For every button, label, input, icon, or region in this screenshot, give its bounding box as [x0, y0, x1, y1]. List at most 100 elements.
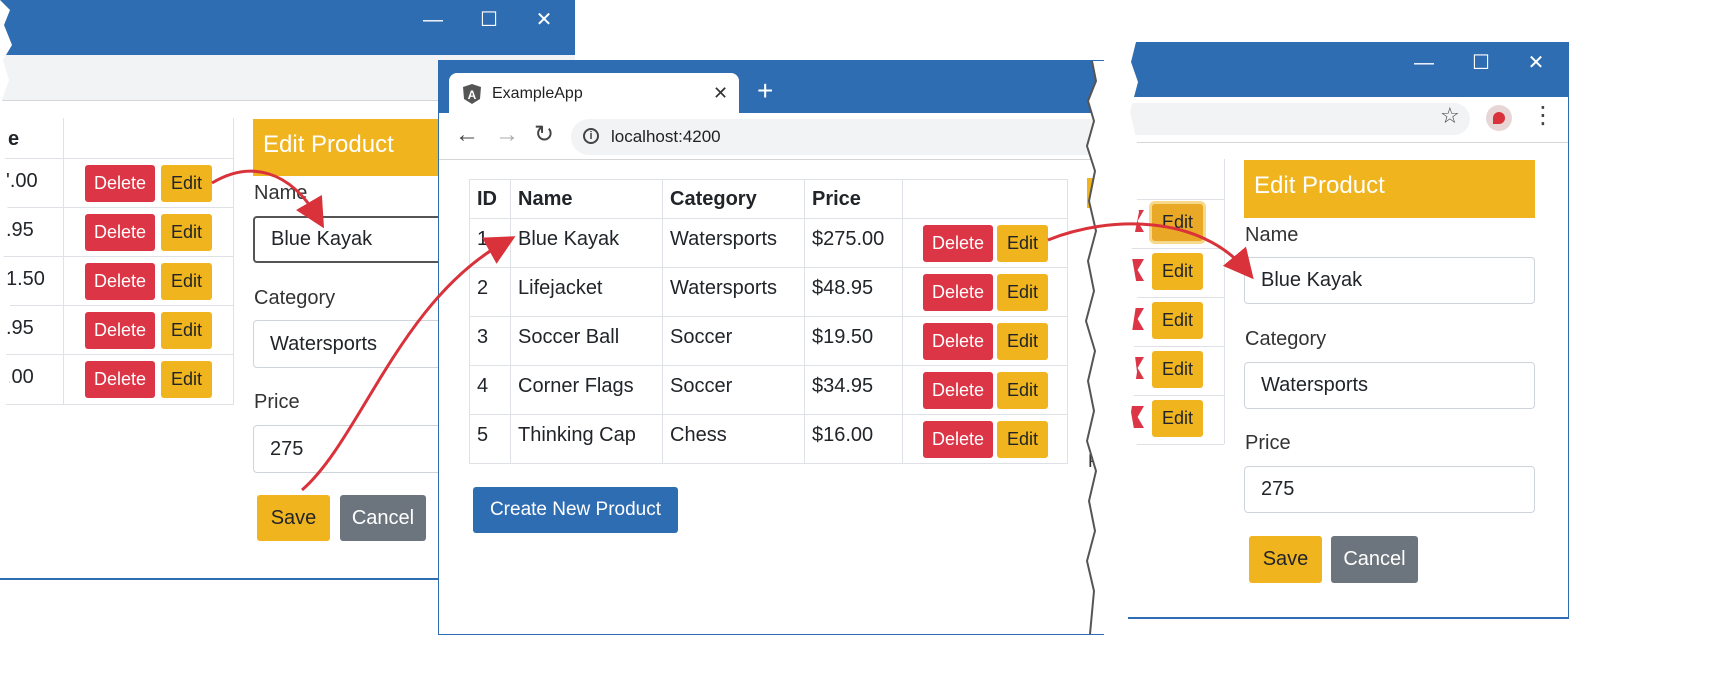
center-browser-window: A ExampleApp ✕ + ← → ↻ i localhost:4200 … — [438, 60, 1104, 635]
right-price-label: Price — [1245, 432, 1291, 454]
left-save-button[interactable]: Save — [257, 495, 330, 541]
left-name-value: Blue Kayak — [271, 228, 373, 250]
right-toolbar: ☆ ⋮ — [1128, 97, 1568, 143]
left-delete-button[interactable]: Delete — [85, 214, 155, 251]
cell-id: 4 — [469, 365, 511, 415]
close-icon[interactable]: ✕ — [529, 10, 559, 30]
center-torn-edge — [1084, 61, 1104, 634]
new-tab-icon[interactable]: + — [757, 77, 773, 105]
maximize-icon[interactable]: ☐ — [474, 10, 504, 30]
right-edit-button[interactable]: Edit — [1152, 204, 1203, 241]
table-row: 1 Blue Kayak Watersports $275.00 Delete Edit — [469, 218, 1068, 268]
star-icon[interactable]: ☆ — [1440, 103, 1460, 129]
cell-price: $34.95 — [804, 365, 903, 415]
right-edit-button[interactable]: Edit — [1152, 351, 1203, 388]
delete-button[interactable]: Delete — [923, 273, 993, 311]
right-edit-button[interactable]: Edit — [1152, 400, 1203, 437]
cell-category: Soccer — [662, 365, 805, 415]
center-toolbar: ← → ↻ i localhost:4200 — [439, 115, 1104, 160]
right-titlebar — [1128, 42, 1568, 97]
edit-button[interactable]: Edit — [997, 371, 1048, 409]
profile-avatar-icon[interactable] — [1486, 105, 1512, 131]
right-name-input[interactable]: Blue Kayak — [1244, 257, 1535, 304]
angular-logo-icon: A — [463, 84, 481, 104]
left-edit-button[interactable]: Edit — [161, 214, 212, 251]
left-edit-button[interactable]: Edit — [161, 361, 212, 398]
delete-button[interactable]: Delete — [923, 371, 993, 409]
table-row: 3 Soccer Ball Soccer $19.50 Delete Edit — [469, 316, 1068, 366]
svg-text:A: A — [468, 88, 477, 102]
left-price-value: 275 — [270, 437, 304, 460]
header-price: Price — [804, 179, 903, 219]
address-bar[interactable]: i localhost:4200 — [571, 119, 1104, 155]
tab-close-icon[interactable]: ✕ — [713, 83, 728, 104]
left-edit-button[interactable]: Edit — [161, 263, 212, 300]
left-edit-button[interactable]: Edit — [161, 312, 212, 349]
left-category-label: Category — [254, 287, 336, 309]
delete-button[interactable]: Delete — [923, 420, 993, 458]
left-delete-button[interactable]: Delete — [85, 312, 155, 349]
right-form-title: Edit Product — [1244, 160, 1535, 218]
cell-name: Corner Flags — [510, 365, 663, 415]
edit-button[interactable]: Edit — [997, 224, 1048, 262]
minimize-icon[interactable]: — — [1409, 53, 1439, 73]
left-torn-edge — [0, 0, 12, 578]
table-row: 5 Thinking Cap Chess $16.00 Delete Edit — [469, 414, 1068, 464]
maximize-icon[interactable]: ☐ — [1466, 53, 1496, 73]
right-price-value: 275 — [1261, 478, 1295, 500]
delete-button[interactable]: Delete — [923, 224, 993, 262]
address-text[interactable]: localhost:4200 — [611, 127, 721, 147]
table-row: 2 Lifejacket Watersports $48.95 Delete Edit — [469, 267, 1068, 317]
right-browser-window: — ☐ ✕ ☆ ⋮ Edit Edit Edit Edit Edit Edit Prod… — [1128, 42, 1569, 619]
header-actions — [902, 179, 1068, 219]
table-row: 4 Corner Flags Soccer $34.95 Delete Edit — [469, 365, 1068, 415]
cell-price: $19.50 — [804, 316, 903, 366]
header-category: Category — [662, 179, 805, 219]
right-category-input[interactable]: Watersports — [1244, 362, 1535, 409]
forward-arrow-icon[interactable]: → — [495, 121, 519, 149]
right-edit-button[interactable]: Edit — [1152, 302, 1203, 339]
left-delete-button[interactable]: Delete — [85, 361, 155, 398]
cell-actions: Delete Edit — [902, 218, 1068, 268]
cell-name: Soccer Ball — [510, 316, 663, 366]
right-category-value: Watersports — [1261, 374, 1369, 396]
minimize-icon[interactable]: — — [418, 10, 448, 30]
cell-price: $16.00 — [804, 414, 903, 464]
cell-price: $275.00 — [804, 218, 903, 268]
create-new-product-button[interactable]: Create New Product — [473, 487, 678, 533]
browser-tab[interactable]: A ExampleApp ✕ — [449, 73, 739, 115]
cell-category: Soccer — [662, 316, 805, 366]
right-cancel-button[interactable]: Cancel — [1331, 536, 1418, 583]
cell-id: 3 — [469, 316, 511, 366]
right-save-button[interactable]: Save — [1249, 536, 1322, 583]
left-delete-button[interactable]: Delete — [85, 165, 155, 202]
left-edit-button[interactable]: Edit — [161, 165, 212, 202]
right-address-bar[interactable] — [1128, 103, 1470, 135]
header-id: ID — [469, 179, 511, 219]
left-delete-button[interactable]: Delete — [85, 263, 155, 300]
close-icon[interactable]: ✕ — [1521, 53, 1551, 73]
right-price-input[interactable]: 275 — [1244, 466, 1535, 513]
menu-dots-icon[interactable]: ⋮ — [1531, 101, 1555, 130]
delete-button[interactable]: Delete — [923, 322, 993, 360]
cell-name: Blue Kayak — [510, 218, 663, 268]
cell-category: Watersports — [662, 267, 805, 317]
tab-title: ExampleApp — [492, 85, 583, 102]
cell-actions: Delete Edit — [902, 316, 1068, 366]
back-arrow-icon[interactable]: ← — [455, 121, 479, 149]
edit-button[interactable]: Edit — [997, 273, 1048, 311]
left-cancel-button[interactable]: Cancel — [340, 495, 426, 541]
cell-id: 5 — [469, 414, 511, 464]
cell-name: Lifejacket — [510, 267, 663, 317]
cell-price: $48.95 — [804, 267, 903, 317]
cell-actions: Delete Edit — [902, 365, 1068, 415]
header-name: Name — [510, 179, 663, 219]
cell-category: Chess — [662, 414, 805, 464]
right-edit-button[interactable]: Edit — [1152, 253, 1203, 290]
edit-button[interactable]: Edit — [997, 322, 1048, 360]
cell-actions: Delete Edit — [902, 414, 1068, 464]
right-name-value: Blue Kayak — [1261, 269, 1363, 291]
edit-button[interactable]: Edit — [997, 420, 1048, 458]
right-torn-edge — [1128, 42, 1139, 617]
reload-icon[interactable]: ↻ — [534, 120, 554, 149]
